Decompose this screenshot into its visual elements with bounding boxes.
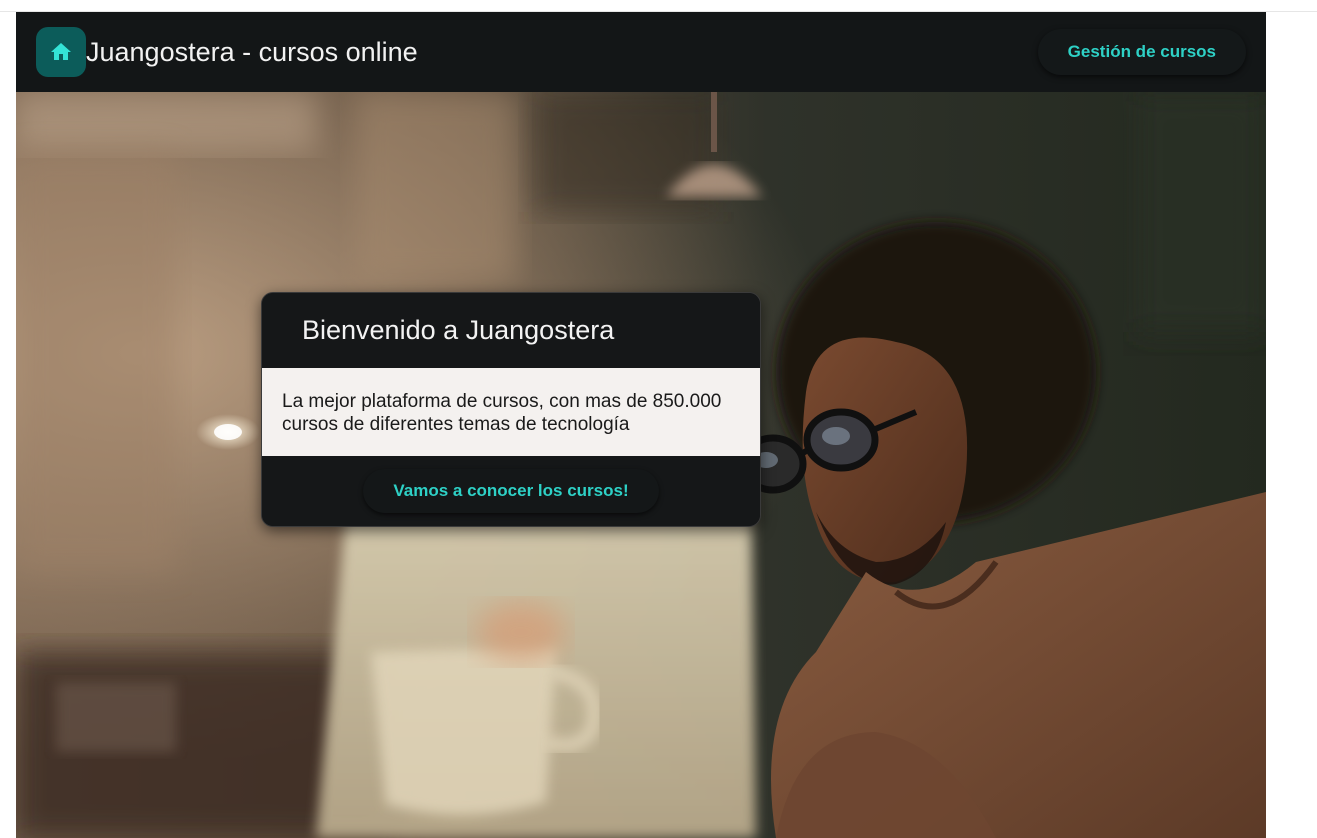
top-toolbar: Juangostera - cursos online Gestión de c… <box>16 12 1266 92</box>
app-title: Juangostera - cursos online <box>86 36 418 67</box>
welcome-card: Bienvenido a Juangostera La mejor plataf… <box>261 292 761 527</box>
app-container: Juangostera - cursos online Gestión de c… <box>16 12 1266 838</box>
welcome-card-actions: Vamos a conocer los cursos! <box>262 456 760 526</box>
explore-courses-button[interactable]: Vamos a conocer los cursos! <box>363 469 659 513</box>
hero-image: Bienvenido a Juangostera La mejor plataf… <box>16 92 1266 838</box>
welcome-card-description: La mejor plataforma de cursos, con mas d… <box>282 391 722 435</box>
course-management-button[interactable]: Gestión de cursos <box>1037 29 1246 75</box>
home-button[interactable] <box>36 27 86 77</box>
welcome-card-body: La mejor plataforma de cursos, con mas d… <box>262 368 760 456</box>
welcome-card-title: Bienvenido a Juangostera <box>302 315 615 345</box>
home-icon <box>51 43 71 60</box>
welcome-card-header: Bienvenido a Juangostera <box>262 293 760 368</box>
